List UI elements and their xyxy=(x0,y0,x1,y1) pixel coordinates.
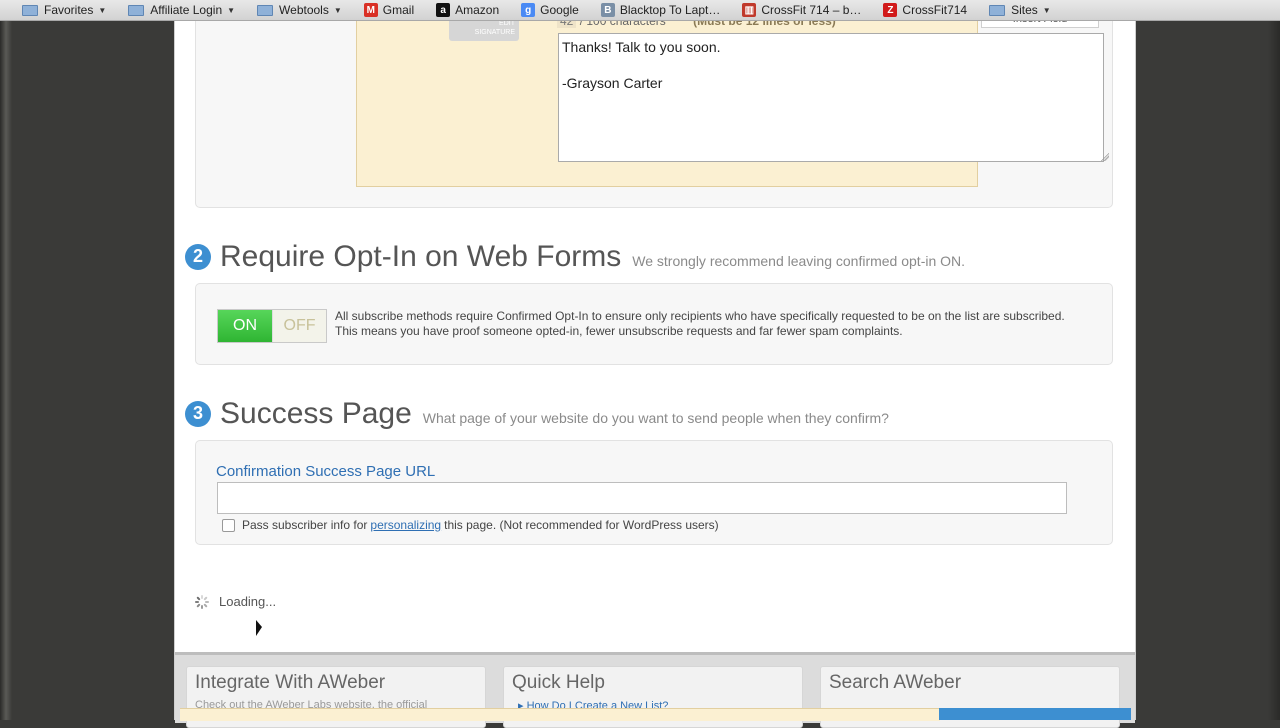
section-2-header: 2 Require Opt-In on Web Forms We strongl… xyxy=(185,240,965,274)
bookmark-favorites[interactable]: Favorites ▼ xyxy=(22,0,106,20)
chevron-down-icon: ▼ xyxy=(227,5,236,15)
bookmark-crossfit-714-b[interactable]: ▥ CrossFit 714 – b… xyxy=(742,0,861,20)
success-page-panel: Confirmation Success Page URL Pass subsc… xyxy=(195,440,1113,545)
bookmark-label: Favorites xyxy=(44,3,94,17)
mouse-cursor-icon xyxy=(256,620,262,636)
aweber-list-settings-page: EDIT SIGNATURE 42 / 100 characters (Must… xyxy=(174,10,1136,728)
bookmark-label: Affiliate Login xyxy=(150,3,223,17)
bookmark-icon: B xyxy=(600,3,615,17)
bottom-notification-bar xyxy=(180,708,940,721)
spinner-spoke xyxy=(205,600,209,603)
chevron-down-icon: ▼ xyxy=(98,5,107,15)
spinner-spoke xyxy=(201,594,203,599)
bottom-action-button[interactable] xyxy=(939,708,1131,720)
toggle-on-button[interactable]: ON xyxy=(218,310,272,342)
signature-panel: EDIT SIGNATURE 42 / 100 characters (Must… xyxy=(195,10,1113,208)
success-url-input[interactable] xyxy=(217,482,1067,514)
spinner-spoke xyxy=(203,602,208,608)
bookmark-label: Amazon xyxy=(455,3,500,17)
folder-icon xyxy=(22,4,38,16)
bookmark-label: Webtools xyxy=(279,3,329,17)
loading-text: Loading... xyxy=(219,594,277,609)
spinner-spoke xyxy=(196,602,201,608)
bookmark-label: Gmail xyxy=(382,3,415,17)
optin-panel: ON OFF All subscribe methods require Con… xyxy=(195,283,1113,365)
chevron-down-icon: ▼ xyxy=(1042,5,1051,15)
optin-toggle[interactable]: ON OFF xyxy=(217,309,327,343)
section-2-subtitle: We strongly recommend leaving confirmed … xyxy=(632,253,966,269)
crossfit-icon: ▥ xyxy=(742,3,757,17)
amazon-icon: a xyxy=(436,3,451,17)
bookmark-blacktop-to-lapt[interactable]: B Blacktop To Lapt… xyxy=(600,0,721,20)
edit-label-line1: EDIT xyxy=(499,20,515,27)
bookmark-label: CrossFit714 xyxy=(902,3,968,17)
google-icon: g xyxy=(521,3,536,17)
chevron-down-icon: ▼ xyxy=(333,5,342,15)
bookmark-sites[interactable]: Sites ▼ xyxy=(989,0,1051,20)
desktop-background-left xyxy=(0,0,12,720)
loading-indicator: Loading... xyxy=(195,594,276,609)
resize-handle-icon[interactable] xyxy=(1101,153,1109,161)
spinner-spoke xyxy=(203,595,208,601)
section-3-subtitle: What page of your website do you want to… xyxy=(422,410,889,426)
zerply-icon: Z xyxy=(883,3,898,17)
pass-text-after: this page. (Not recommended for WordPres… xyxy=(444,518,719,532)
section-3-header: 3 Success Page What page of your website… xyxy=(185,397,889,431)
section-3-title: Success Page xyxy=(220,397,412,430)
search-title: Search AWeber xyxy=(829,672,962,693)
signature-editor: EDIT SIGNATURE 42 / 100 characters (Must… xyxy=(356,11,1109,187)
desktop-background-right xyxy=(1268,0,1280,720)
bookmark-crossfit714[interactable]: Z CrossFit714 xyxy=(883,0,967,20)
spinner-icon xyxy=(195,594,209,609)
pass-subscriber-checkbox[interactable] xyxy=(222,518,235,532)
pass-subscriber-row: Pass subscriber info for personalizing t… xyxy=(222,518,719,532)
bookmark-label: Blacktop To Lapt… xyxy=(619,3,721,17)
bookmark-label: Google xyxy=(540,3,579,17)
step-3-badge: 3 xyxy=(185,400,211,427)
spinner-spoke xyxy=(196,595,201,601)
bookmark-gmail[interactable]: M Gmail xyxy=(363,0,415,20)
bookmark-affiliate-login[interactable]: Affiliate Login ▼ xyxy=(128,0,235,20)
bookmark-google[interactable]: g Google xyxy=(521,0,579,20)
bookmark-label: Sites xyxy=(1011,3,1038,17)
bookmark-webtools[interactable]: Webtools ▼ xyxy=(257,0,342,20)
signature-textarea[interactable]: Thanks! Talk to you soon. -Grayson Carte… xyxy=(558,33,1104,162)
folder-icon xyxy=(989,4,1006,16)
gmail-icon: M xyxy=(363,3,378,17)
step-2-badge: 2 xyxy=(185,243,211,270)
bookmarks-bar: Favorites ▼ Affiliate Login ▼ Webtools ▼ M Gmai… xyxy=(0,0,1280,21)
section-2-title: Require Opt-In on Web Forms xyxy=(220,240,622,273)
quick-help-title: Quick Help xyxy=(512,672,605,693)
spinner-spoke xyxy=(195,600,199,603)
bookmark-amazon[interactable]: a Amazon xyxy=(436,0,499,20)
toggle-off-button[interactable]: OFF xyxy=(272,310,326,342)
spinner-spoke xyxy=(201,604,203,609)
success-url-label: Confirmation Success Page URL xyxy=(216,463,436,480)
bookmark-label: CrossFit 714 – b… xyxy=(761,3,862,17)
optin-description: All subscribe methods require Confirmed … xyxy=(335,309,1065,338)
edit-label-line2: SIGNATURE xyxy=(474,29,515,36)
pass-text-before: Pass subscriber info for xyxy=(242,518,368,532)
folder-icon xyxy=(257,4,274,16)
personalizing-link[interactable]: personalizing xyxy=(370,518,441,532)
integrate-title: Integrate With AWeber xyxy=(195,672,386,693)
folder-icon xyxy=(128,4,145,16)
